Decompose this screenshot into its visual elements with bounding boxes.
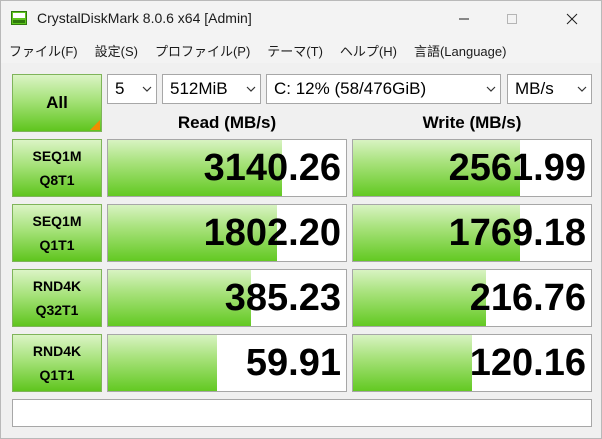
write-result-rnd4k-q1t1: 120.16 xyxy=(352,334,592,392)
minimize-button[interactable] xyxy=(441,1,487,37)
read-result-seq1m-q1t1: 1802.20 xyxy=(107,204,347,262)
read-value: 1802.20 xyxy=(203,212,341,254)
all-button-label: All xyxy=(46,93,68,112)
test-params: Q32T1 xyxy=(35,302,79,318)
test-name: RND4K xyxy=(32,343,82,359)
test-params: Q1T1 xyxy=(39,367,75,383)
test-count-value: 5 xyxy=(115,79,125,98)
drive-select[interactable]: C: 12% (58/476GiB) xyxy=(266,74,501,104)
read-value: 385.23 xyxy=(224,277,341,319)
test-count-select[interactable]: 5 xyxy=(107,74,157,104)
test-button-seq1m-q1t1[interactable]: SEQ1M Q1T1 xyxy=(12,204,102,262)
close-icon xyxy=(566,13,578,25)
maximize-button[interactable] xyxy=(489,1,535,37)
main-panel: All 5 512MiB C: 12% (58/476GiB) MB/s Rea… xyxy=(1,63,601,438)
read-value: 3140.26 xyxy=(203,147,341,189)
drive-value: C: 12% (58/476GiB) xyxy=(274,79,427,98)
read-result-seq1m-q8t1: 3140.26 xyxy=(107,139,347,197)
all-button[interactable]: All xyxy=(12,74,102,132)
read-result-rnd4k-q32t1: 385.23 xyxy=(107,269,347,327)
write-result-rnd4k-q32t1: 216.76 xyxy=(352,269,592,327)
menu-profile[interactable]: プロファイル(P) xyxy=(155,41,250,60)
read-bar xyxy=(108,335,218,391)
menu-file[interactable]: ファイル(F) xyxy=(9,41,78,60)
write-bar xyxy=(353,270,487,326)
menu-theme[interactable]: テーマ(T) xyxy=(267,41,323,60)
unit-value: MB/s xyxy=(515,79,554,98)
read-value: 59.91 xyxy=(245,342,341,384)
corner-marker xyxy=(90,120,100,130)
write-value: 1769.18 xyxy=(448,212,586,254)
read-result-rnd4k-q1t1: 59.91 xyxy=(107,334,347,392)
test-button-seq1m-q8t1[interactable]: SEQ1M Q8T1 xyxy=(12,139,102,197)
test-button-rnd4k-q1t1[interactable]: RND4K Q1T1 xyxy=(12,334,102,392)
chevron-down-icon xyxy=(242,75,260,103)
test-button-rnd4k-q32t1[interactable]: RND4K Q32T1 xyxy=(12,269,102,327)
menu-language[interactable]: 言語(Language) xyxy=(414,41,507,60)
menu-settings[interactable]: 設定(S) xyxy=(95,41,138,60)
test-size-value: 512MiB xyxy=(170,79,228,98)
title-bar: CrystalDiskMark 8.0.6 x64 [Admin] xyxy=(1,1,601,37)
write-value: 216.76 xyxy=(469,277,586,319)
app-disk-icon xyxy=(11,11,27,25)
write-result-seq1m-q8t1: 2561.99 xyxy=(352,139,592,197)
comment-input[interactable] xyxy=(12,399,592,427)
read-column-header: Read (MB/s) xyxy=(177,113,277,132)
chevron-down-icon xyxy=(573,75,591,103)
test-size-select[interactable]: 512MiB xyxy=(162,74,261,104)
write-bar xyxy=(353,335,472,391)
test-name: SEQ1M xyxy=(32,213,82,229)
unit-select[interactable]: MB/s xyxy=(507,74,592,104)
test-name: RND4K xyxy=(32,278,82,294)
app-window: CrystalDiskMark 8.0.6 x64 [Admin] ファイル(F… xyxy=(0,0,602,439)
chevron-down-icon xyxy=(482,75,500,103)
close-button[interactable] xyxy=(549,1,595,37)
menu-bar: ファイル(F) 設定(S) プロファイル(P) テーマ(T) ヘルプ(H) 言語… xyxy=(1,37,601,63)
write-value: 2561.99 xyxy=(448,147,586,189)
test-params: Q1T1 xyxy=(39,237,75,253)
menu-help[interactable]: ヘルプ(H) xyxy=(340,41,397,60)
test-name: SEQ1M xyxy=(32,148,82,164)
window-title: CrystalDiskMark 8.0.6 x64 [Admin] xyxy=(37,10,252,26)
write-result-seq1m-q1t1: 1769.18 xyxy=(352,204,592,262)
chevron-down-icon xyxy=(138,75,156,103)
write-column-header: Write (MB/s) xyxy=(422,113,522,132)
write-value: 120.16 xyxy=(469,342,586,384)
test-params: Q8T1 xyxy=(39,172,75,188)
